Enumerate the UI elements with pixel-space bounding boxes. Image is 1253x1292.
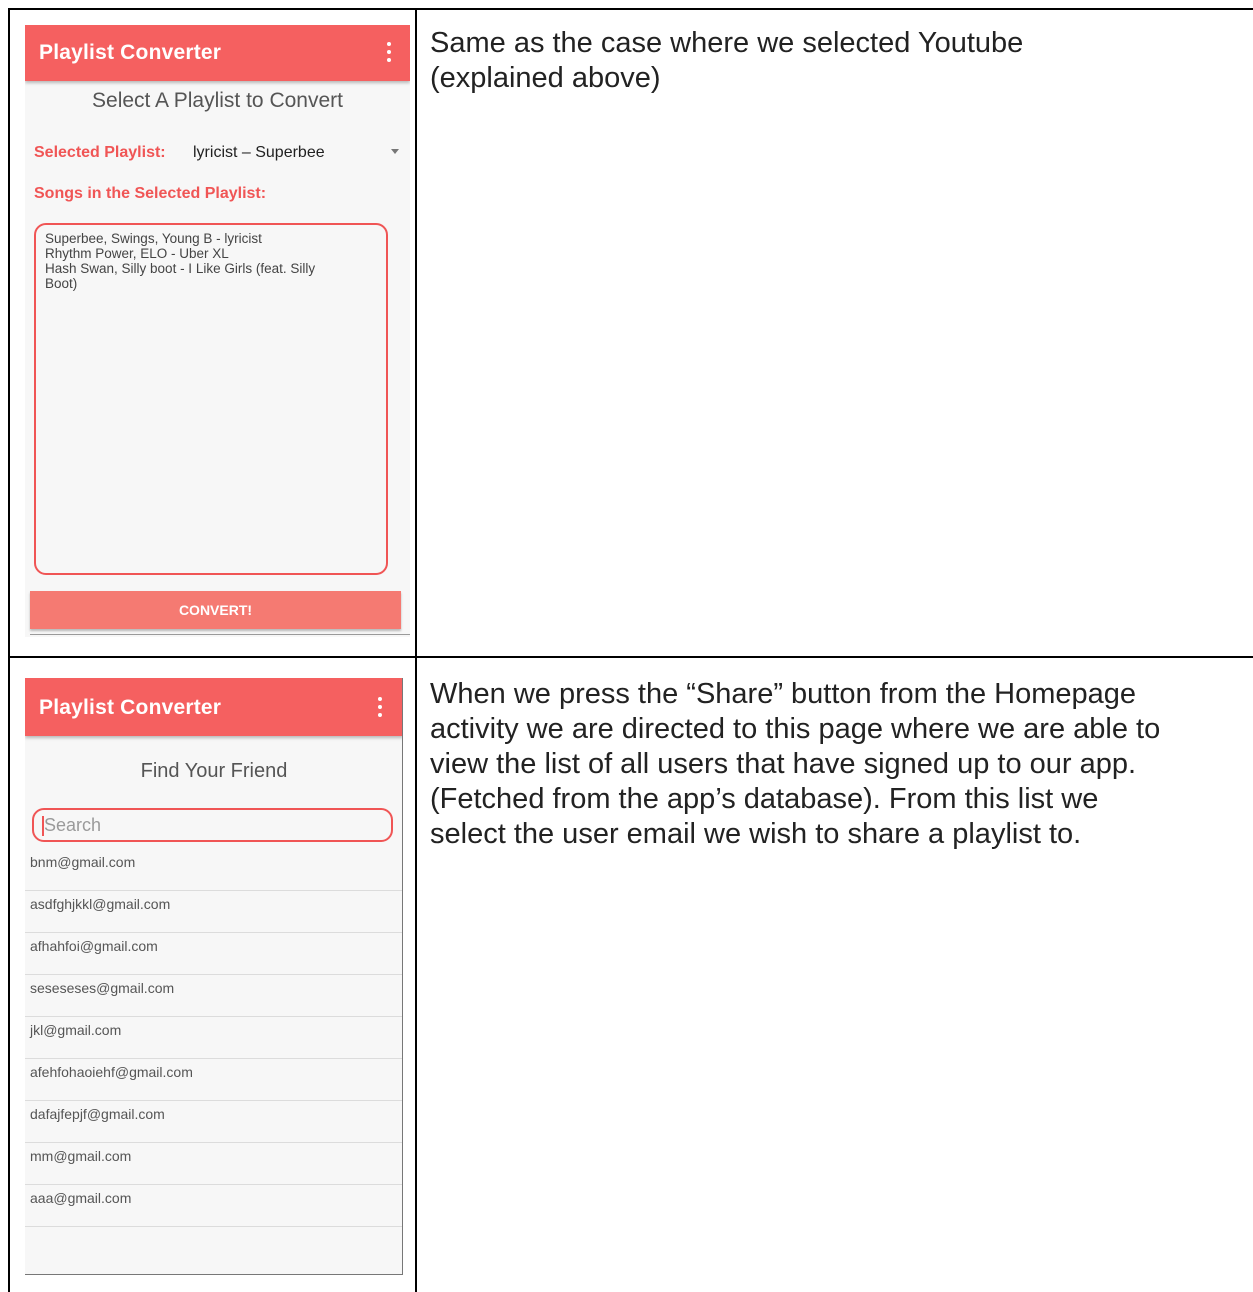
screen-right-edge	[402, 678, 403, 1275]
cell1-description: Same as the case where we selected Youtu…	[430, 26, 1240, 96]
list-item[interactable]: dafajfepjf@gmail.com	[25, 1102, 403, 1143]
playlist-dropdown[interactable]: lyricist – Superbee	[193, 144, 325, 162]
overflow-menu-icon[interactable]	[377, 697, 383, 719]
screen-heading: Find Your Friend	[140, 760, 288, 782]
app-bar: Playlist Converter	[25, 678, 403, 736]
description-line: activity we are directed to this page wh…	[430, 713, 1161, 745]
table-row-divider	[8, 656, 1253, 658]
song-line: Boot)	[45, 276, 78, 291]
app-title: Playlist Converter	[39, 696, 222, 719]
list-item[interactable]: jkl@gmail.com	[25, 1018, 403, 1059]
screen-bottom-rule	[30, 634, 410, 635]
user-list: bnm@gmail.com asdfghjkkl@gmail.com afhah…	[25, 850, 403, 1228]
convert-button[interactable]: CONVERT!	[30, 591, 401, 629]
list-item[interactable]: mm@gmail.com	[25, 1144, 403, 1185]
find-friend-screen: Playlist Converter Find Your Friend Sear…	[25, 678, 403, 1275]
app-bar: Playlist Converter	[25, 25, 410, 81]
search-input[interactable]: Search	[32, 808, 393, 842]
songs-label: Songs in the Selected Playlist:	[34, 185, 267, 202]
table-border-top	[8, 8, 1253, 10]
cell2-description: When we press the “Share” button from th…	[430, 677, 1245, 852]
playlist-select-screen: Playlist Converter Select A Playlist to …	[25, 25, 410, 637]
table-column-divider	[415, 8, 417, 1292]
song-line: Hash Swan, Silly boot - I Like Girls (fe…	[45, 261, 316, 276]
table-border-left	[8, 8, 10, 1292]
app-title: Playlist Converter	[39, 41, 222, 64]
songs-textarea[interactable]: Superbee, Swings, Young B - lyricist Rhy…	[34, 223, 388, 575]
screen-heading: Select A Playlist to Convert	[92, 89, 343, 112]
description-line: (explained above)	[430, 62, 661, 94]
description-line: (Fetched from the app’s database). From …	[430, 783, 1099, 815]
song-line: Rhythm Power, ELO - Uber XL	[45, 246, 229, 261]
search-placeholder: Search	[44, 815, 102, 835]
description-line: select the user email we wish to share a…	[430, 818, 1082, 850]
list-item[interactable]: asdfghjkkl@gmail.com	[25, 892, 403, 933]
description-line: view the list of all users that have sig…	[430, 748, 1137, 780]
chevron-down-icon[interactable]	[391, 149, 399, 154]
selected-playlist-label: Selected Playlist:	[34, 144, 166, 161]
overflow-menu-icon[interactable]	[386, 42, 392, 64]
song-line: Superbee, Swings, Young B - lyricist	[45, 231, 262, 246]
list-item[interactable]: afehfohaoiehf@gmail.com	[25, 1060, 403, 1101]
description-line: When we press the “Share” button from th…	[430, 678, 1137, 710]
list-item[interactable]: afhahfoi@gmail.com	[25, 934, 403, 975]
list-item[interactable]: seseseses@gmail.com	[25, 976, 403, 1017]
list-item[interactable]: aaa@gmail.com	[25, 1186, 403, 1227]
description-line: Same as the case where we selected Youtu…	[430, 27, 1024, 59]
screen-bottom-rule	[25, 1274, 403, 1275]
list-item[interactable]: bnm@gmail.com	[25, 850, 403, 891]
